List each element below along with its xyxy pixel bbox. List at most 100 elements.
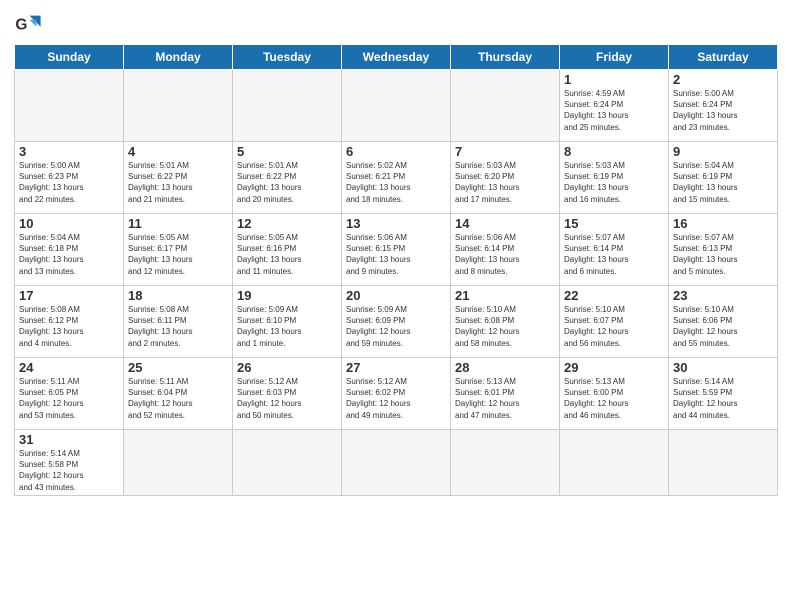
calendar-cell: 1Sunrise: 4:59 AM Sunset: 6:24 PM Daylig… — [560, 70, 669, 142]
day-info: Sunrise: 5:14 AM Sunset: 5:58 PM Dayligh… — [19, 448, 119, 493]
week-row-1: 3Sunrise: 5:00 AM Sunset: 6:23 PM Daylig… — [15, 142, 778, 214]
day-info: Sunrise: 5:00 AM Sunset: 6:23 PM Dayligh… — [19, 160, 119, 205]
calendar-cell: 26Sunrise: 5:12 AM Sunset: 6:03 PM Dayli… — [233, 358, 342, 430]
calendar-cell: 6Sunrise: 5:02 AM Sunset: 6:21 PM Daylig… — [342, 142, 451, 214]
calendar-cell: 17Sunrise: 5:08 AM Sunset: 6:12 PM Dayli… — [15, 286, 124, 358]
calendar-body: 1Sunrise: 4:59 AM Sunset: 6:24 PM Daylig… — [15, 70, 778, 496]
calendar-cell — [560, 430, 669, 496]
calendar-cell: 18Sunrise: 5:08 AM Sunset: 6:11 PM Dayli… — [124, 286, 233, 358]
day-info: Sunrise: 5:03 AM Sunset: 6:20 PM Dayligh… — [455, 160, 555, 205]
page: G SundayMondayTuesdayWednesdayThursdayFr… — [0, 0, 792, 612]
day-header-friday: Friday — [560, 45, 669, 70]
week-row-2: 10Sunrise: 5:04 AM Sunset: 6:18 PM Dayli… — [15, 214, 778, 286]
day-number: 8 — [564, 144, 664, 159]
calendar-cell: 12Sunrise: 5:05 AM Sunset: 6:16 PM Dayli… — [233, 214, 342, 286]
day-number: 6 — [346, 144, 446, 159]
calendar-cell: 2Sunrise: 5:00 AM Sunset: 6:24 PM Daylig… — [669, 70, 778, 142]
day-info: Sunrise: 5:11 AM Sunset: 6:05 PM Dayligh… — [19, 376, 119, 421]
day-header-sunday: Sunday — [15, 45, 124, 70]
calendar-cell: 21Sunrise: 5:10 AM Sunset: 6:08 PM Dayli… — [451, 286, 560, 358]
day-number: 16 — [673, 216, 773, 231]
day-number: 29 — [564, 360, 664, 375]
calendar-cell: 19Sunrise: 5:09 AM Sunset: 6:10 PM Dayli… — [233, 286, 342, 358]
day-info: Sunrise: 5:04 AM Sunset: 6:19 PM Dayligh… — [673, 160, 773, 205]
day-info: Sunrise: 5:08 AM Sunset: 6:11 PM Dayligh… — [128, 304, 228, 349]
day-info: Sunrise: 5:09 AM Sunset: 6:09 PM Dayligh… — [346, 304, 446, 349]
calendar-cell: 8Sunrise: 5:03 AM Sunset: 6:19 PM Daylig… — [560, 142, 669, 214]
calendar-cell: 16Sunrise: 5:07 AM Sunset: 6:13 PM Dayli… — [669, 214, 778, 286]
day-info: Sunrise: 5:14 AM Sunset: 5:59 PM Dayligh… — [673, 376, 773, 421]
day-header-wednesday: Wednesday — [342, 45, 451, 70]
day-number: 7 — [455, 144, 555, 159]
day-header-tuesday: Tuesday — [233, 45, 342, 70]
day-info: Sunrise: 5:07 AM Sunset: 6:14 PM Dayligh… — [564, 232, 664, 277]
calendar-cell: 5Sunrise: 5:01 AM Sunset: 6:22 PM Daylig… — [233, 142, 342, 214]
day-info: Sunrise: 5:05 AM Sunset: 6:17 PM Dayligh… — [128, 232, 228, 277]
day-info: Sunrise: 5:02 AM Sunset: 6:21 PM Dayligh… — [346, 160, 446, 205]
day-number: 11 — [128, 216, 228, 231]
day-header-thursday: Thursday — [451, 45, 560, 70]
calendar-header-row: SundayMondayTuesdayWednesdayThursdayFrid… — [15, 45, 778, 70]
calendar-cell: 14Sunrise: 5:06 AM Sunset: 6:14 PM Dayli… — [451, 214, 560, 286]
calendar-cell: 20Sunrise: 5:09 AM Sunset: 6:09 PM Dayli… — [342, 286, 451, 358]
calendar-cell — [124, 430, 233, 496]
week-row-4: 24Sunrise: 5:11 AM Sunset: 6:05 PM Dayli… — [15, 358, 778, 430]
day-number: 23 — [673, 288, 773, 303]
calendar-cell: 29Sunrise: 5:13 AM Sunset: 6:00 PM Dayli… — [560, 358, 669, 430]
calendar-cell — [342, 70, 451, 142]
calendar-cell: 28Sunrise: 5:13 AM Sunset: 6:01 PM Dayli… — [451, 358, 560, 430]
calendar-cell: 31Sunrise: 5:14 AM Sunset: 5:58 PM Dayli… — [15, 430, 124, 496]
calendar-cell — [233, 430, 342, 496]
day-number: 22 — [564, 288, 664, 303]
day-info: Sunrise: 5:10 AM Sunset: 6:07 PM Dayligh… — [564, 304, 664, 349]
calendar-cell — [669, 430, 778, 496]
day-info: Sunrise: 5:12 AM Sunset: 6:03 PM Dayligh… — [237, 376, 337, 421]
day-info: Sunrise: 5:13 AM Sunset: 6:01 PM Dayligh… — [455, 376, 555, 421]
calendar-cell — [15, 70, 124, 142]
calendar-cell — [451, 70, 560, 142]
day-info: Sunrise: 5:05 AM Sunset: 6:16 PM Dayligh… — [237, 232, 337, 277]
calendar-cell: 24Sunrise: 5:11 AM Sunset: 6:05 PM Dayli… — [15, 358, 124, 430]
calendar-cell: 30Sunrise: 5:14 AM Sunset: 5:59 PM Dayli… — [669, 358, 778, 430]
calendar-cell — [451, 430, 560, 496]
day-number: 25 — [128, 360, 228, 375]
day-info: Sunrise: 5:09 AM Sunset: 6:10 PM Dayligh… — [237, 304, 337, 349]
calendar-cell: 23Sunrise: 5:10 AM Sunset: 6:06 PM Dayli… — [669, 286, 778, 358]
week-row-5: 31Sunrise: 5:14 AM Sunset: 5:58 PM Dayli… — [15, 430, 778, 496]
day-number: 27 — [346, 360, 446, 375]
calendar-table: SundayMondayTuesdayWednesdayThursdayFrid… — [14, 44, 778, 496]
day-info: Sunrise: 5:04 AM Sunset: 6:18 PM Dayligh… — [19, 232, 119, 277]
day-info: Sunrise: 4:59 AM Sunset: 6:24 PM Dayligh… — [564, 88, 664, 133]
calendar-cell — [124, 70, 233, 142]
day-number: 21 — [455, 288, 555, 303]
day-info: Sunrise: 5:11 AM Sunset: 6:04 PM Dayligh… — [128, 376, 228, 421]
calendar-cell: 10Sunrise: 5:04 AM Sunset: 6:18 PM Dayli… — [15, 214, 124, 286]
day-number: 10 — [19, 216, 119, 231]
day-info: Sunrise: 5:01 AM Sunset: 6:22 PM Dayligh… — [128, 160, 228, 205]
day-number: 14 — [455, 216, 555, 231]
day-number: 15 — [564, 216, 664, 231]
day-info: Sunrise: 5:10 AM Sunset: 6:06 PM Dayligh… — [673, 304, 773, 349]
calendar-cell: 22Sunrise: 5:10 AM Sunset: 6:07 PM Dayli… — [560, 286, 669, 358]
day-header-saturday: Saturday — [669, 45, 778, 70]
header: G — [14, 10, 778, 38]
day-number: 18 — [128, 288, 228, 303]
calendar-cell: 9Sunrise: 5:04 AM Sunset: 6:19 PM Daylig… — [669, 142, 778, 214]
day-number: 24 — [19, 360, 119, 375]
week-row-0: 1Sunrise: 4:59 AM Sunset: 6:24 PM Daylig… — [15, 70, 778, 142]
calendar-cell: 13Sunrise: 5:06 AM Sunset: 6:15 PM Dayli… — [342, 214, 451, 286]
svg-text:G: G — [15, 17, 27, 34]
calendar-cell: 27Sunrise: 5:12 AM Sunset: 6:02 PM Dayli… — [342, 358, 451, 430]
calendar-cell: 15Sunrise: 5:07 AM Sunset: 6:14 PM Dayli… — [560, 214, 669, 286]
day-number: 4 — [128, 144, 228, 159]
calendar-cell: 11Sunrise: 5:05 AM Sunset: 6:17 PM Dayli… — [124, 214, 233, 286]
day-number: 17 — [19, 288, 119, 303]
day-header-monday: Monday — [124, 45, 233, 70]
day-number: 13 — [346, 216, 446, 231]
day-number: 31 — [19, 432, 119, 447]
day-number: 30 — [673, 360, 773, 375]
day-number: 19 — [237, 288, 337, 303]
day-number: 2 — [673, 72, 773, 87]
logo: G — [14, 10, 46, 38]
day-info: Sunrise: 5:03 AM Sunset: 6:19 PM Dayligh… — [564, 160, 664, 205]
